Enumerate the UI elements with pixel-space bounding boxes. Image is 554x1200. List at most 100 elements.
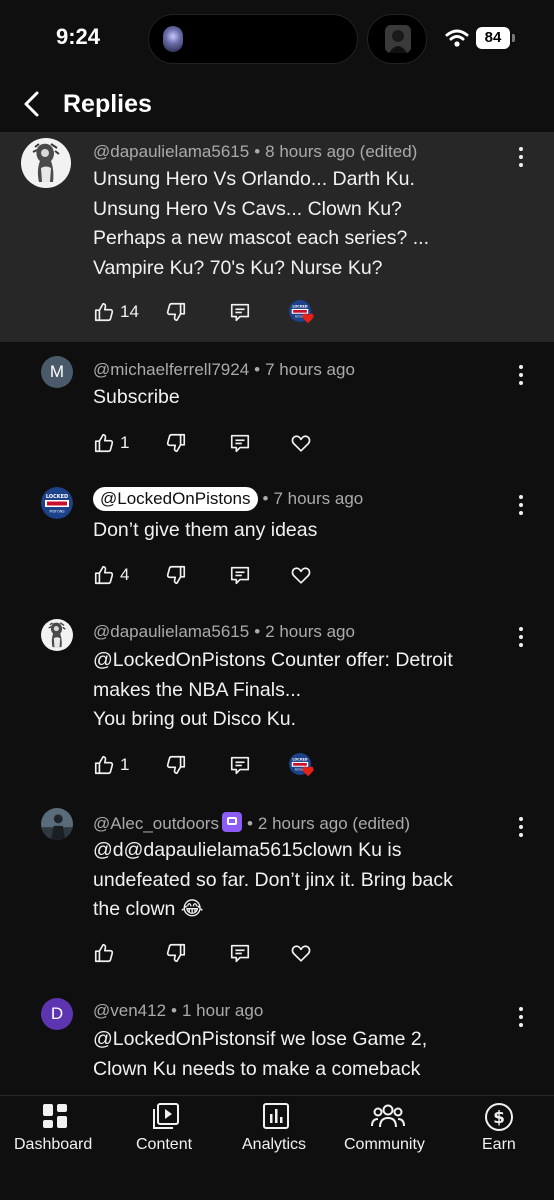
comment-meta: @dapaulielama5615 • 2 hours ago [93,622,355,641]
dislike-button[interactable] [165,562,189,590]
reply-button[interactable] [229,940,253,968]
reply-icon [229,301,251,323]
channel-avatar[interactable] [41,487,73,519]
like-count: 1 [120,755,130,774]
more-options-button[interactable] [511,363,531,387]
creator-heart-badge[interactable] [289,299,319,327]
heart-icon [290,432,312,454]
like-count: 4 [120,565,130,584]
comment-text: Don’t give them any ideas [93,519,318,541]
heart-button[interactable] [290,940,314,968]
creator-handle-pill[interactable]: @LockedOnPistons [93,487,258,511]
like-button[interactable] [93,940,119,968]
like-button[interactable]: 4 [93,562,143,590]
dislike-button[interactable] [165,430,189,458]
comment-time: 1 hour ago [181,1001,264,1020]
reply-icon [229,432,251,454]
thumb-down-icon [165,564,187,586]
nav-label: Content [136,1136,193,1153]
more-options-button[interactable] [511,145,531,169]
comment-meta: @dapaulielama5615 • 8 hours ago (edited) [93,142,418,161]
heart-button[interactable] [290,562,314,590]
comment-author[interactable]: @dapaulielama5615 [93,142,249,161]
nav-content[interactable]: Content [128,1096,208,1166]
header: Replies [0,76,554,132]
comment-meta: @LockedOnPistons • 7 hours ago [93,487,363,511]
thumb-up-icon [93,942,115,964]
battery-indicator: 84 [476,27,510,49]
comment-actions [93,940,333,968]
parent-comment: @dapaulielama5615 • 8 hours ago (edited) U… [0,132,554,342]
comment-time: 2 hours ago (edited) [257,814,411,833]
comment-actions: 1 [93,430,333,458]
channel-logo-icon [41,487,73,519]
thumb-up-icon [93,301,115,323]
back-button[interactable] [18,88,48,120]
community-icon [371,1104,405,1128]
more-options-button[interactable] [511,625,531,649]
like-button[interactable]: 14 [93,299,143,327]
dislike-button[interactable] [165,299,189,327]
earn-icon: $ [485,1103,513,1131]
analytics-icon [263,1103,289,1129]
reply-button[interactable] [229,430,253,458]
more-options-button[interactable] [511,493,531,517]
dislike-button[interactable] [165,752,189,780]
creator-heart-badge[interactable] [289,752,319,780]
more-options-button[interactable] [511,1005,531,1029]
thumb-down-icon [165,301,187,323]
comment-time: 7 hours ago [265,360,355,379]
reply-comment: @Alec_outdoors • 2 hours ago (edited) @d@d… [0,794,554,984]
like-button[interactable]: 1 [93,752,143,780]
reply-comment: @dapaulielama5615 • 2 hours ago @LockedOnP… [0,604,554,794]
reply-button[interactable] [229,562,253,590]
avatar[interactable]: D [41,998,73,1030]
avatar[interactable] [41,808,73,840]
svg-text:$: $ [493,1108,505,1128]
like-count: 1 [120,433,130,452]
comment-author[interactable]: @Alec_outdoors [93,814,219,833]
dislike-button[interactable] [165,940,189,968]
bottom-navigation: Dashboard Content Analytics Community $ [0,1095,554,1200]
comment-text: Subscribe [93,386,180,408]
comment-author[interactable]: @ven412 [93,1001,166,1020]
nav-analytics[interactable]: Analytics [236,1096,320,1166]
comment-meta: @ven412 • 1 hour ago [93,1001,264,1020]
dashboard-icon [43,1104,67,1128]
comment-author[interactable]: @michaelferrell7924 [93,360,249,379]
like-button[interactable]: 1 [93,430,143,458]
now-playing-thumbnail [385,25,411,53]
more-options-button[interactable] [511,815,531,839]
clock: 9:24 [56,24,101,49]
comment-author[interactable]: @dapaulielama5615 [93,622,249,641]
reply-button[interactable] [229,752,253,780]
nav-label: Dashboard [14,1136,93,1153]
avatar-letter: M [49,362,65,381]
flashlight-icon [163,26,183,52]
heart-icon [290,942,312,964]
thumb-down-icon [165,754,187,776]
nav-earn[interactable]: $ Earn [470,1096,530,1166]
chevron-left-icon [24,91,39,117]
comment-meta: @michaelferrell7924 • 7 hours ago [93,360,355,379]
comment-time: 8 hours ago (edited) [265,142,418,161]
comment-actions: 4 [93,562,333,590]
comment-text: Unsung Hero Vs Orlando... Darth Ku. Unsu… [93,168,430,279]
thumb-up-icon [93,432,115,454]
reply-comment: @LockedOnPistons • 7 hours ago Don’t give … [0,472,554,604]
heart-icon [290,564,312,586]
avatar[interactable] [41,619,73,651]
avatar[interactable]: M [41,356,73,388]
reply-icon [229,564,251,586]
comment-time: 2 hours ago [265,622,355,641]
content-icon [153,1103,179,1129]
comment-text: @LockedOnPistonsif we lose Game 2, Clown… [93,1028,428,1080]
thumb-up-icon [93,564,115,586]
comment-meta: @Alec_outdoors • 2 hours ago (edited) [93,812,411,833]
heart-button[interactable] [290,430,314,458]
avatar[interactable] [21,138,71,188]
nav-community[interactable]: Community [340,1096,440,1166]
reply-button[interactable] [229,299,253,327]
nav-dashboard[interactable]: Dashboard [10,1096,102,1166]
heart-filled-icon [302,766,314,777]
